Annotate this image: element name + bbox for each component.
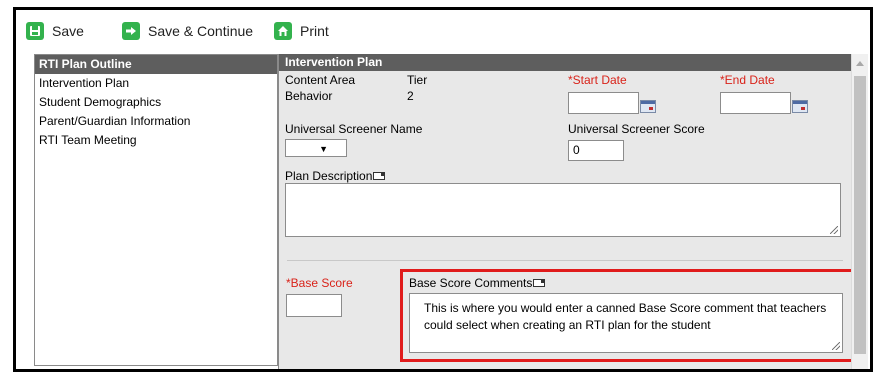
outline-item-parent-guardian-information[interactable]: Parent/Guardian Information — [35, 112, 277, 131]
plan-description-label-text: Plan Description — [285, 169, 373, 183]
outline-title: RTI Plan Outline — [35, 55, 277, 74]
arrow-right-icon — [122, 22, 140, 40]
tier-label: Tier — [407, 73, 428, 87]
note-icon[interactable] — [373, 172, 386, 180]
plan-description-textarea[interactable] — [285, 183, 841, 237]
dropdown-arrow-icon: ▼ — [319, 144, 328, 154]
app-frame: Save Save & Continue Print RTI Plan Outl… — [13, 7, 873, 372]
save-continue-button[interactable]: Save & Continue — [122, 17, 253, 45]
note-icon[interactable] — [533, 279, 546, 287]
start-date-calendar-icon[interactable] — [640, 100, 656, 113]
universal-screener-score-input[interactable]: 0 — [568, 140, 624, 161]
resize-grip-icon[interactable] — [830, 226, 838, 234]
outline-item-intervention-plan[interactable]: Intervention Plan — [35, 74, 277, 93]
scrollbar-thumb[interactable] — [854, 76, 866, 354]
end-date-label: *End Date — [720, 73, 775, 87]
scroll-up-arrow-icon[interactable] — [856, 61, 864, 66]
tier-value: 2 — [407, 89, 414, 103]
save-button[interactable]: Save — [26, 17, 84, 45]
save-icon — [26, 22, 44, 40]
plan-body: Content Area Behavior Tier 2 *Start Date… — [279, 71, 855, 369]
rti-plan-outline: RTI Plan Outline Intervention Plan Stude… — [34, 54, 278, 366]
plan-title: Intervention Plan — [279, 54, 851, 71]
resize-grip-icon[interactable] — [832, 342, 840, 350]
plan-description-label: Plan Description — [285, 169, 386, 183]
end-date-calendar-icon[interactable] — [792, 100, 808, 113]
outline-item-rti-team-meeting[interactable]: RTI Team Meeting — [35, 131, 277, 150]
end-date-input[interactable] — [720, 92, 791, 114]
content-area-value: Behavior — [285, 89, 333, 103]
base-score-comments-label: Base Score Comments — [409, 276, 546, 290]
universal-screener-score-label: Universal Screener Score — [568, 122, 705, 136]
base-score-label: *Base Score — [286, 276, 353, 290]
base-score-comments-label-text: Base Score Comments — [409, 276, 533, 290]
print-button[interactable]: Print — [274, 17, 329, 45]
start-date-input[interactable] — [568, 92, 639, 114]
content-area-label: Content Area — [285, 73, 356, 87]
save-continue-label: Save & Continue — [148, 23, 254, 39]
outline-item-student-demographics[interactable]: Student Demographics — [35, 93, 277, 112]
intervention-plan-panel: Intervention Plan Content Area Behavior … — [278, 54, 868, 369]
save-label: Save — [52, 23, 84, 39]
vertical-scrollbar[interactable] — [851, 54, 868, 369]
start-date-label: *Start Date — [568, 73, 627, 87]
base-score-comments-value: This is where you would enter a canned B… — [424, 301, 827, 332]
print-label: Print — [300, 23, 329, 39]
base-score-input[interactable] — [286, 294, 342, 317]
universal-screener-name-select[interactable]: ▼ — [285, 139, 347, 157]
print-icon — [274, 22, 292, 40]
universal-screener-name-label: Universal Screener Name — [285, 122, 423, 136]
base-score-comments-textarea[interactable]: This is where you would enter a canned B… — [409, 293, 843, 353]
section-divider — [287, 260, 843, 261]
